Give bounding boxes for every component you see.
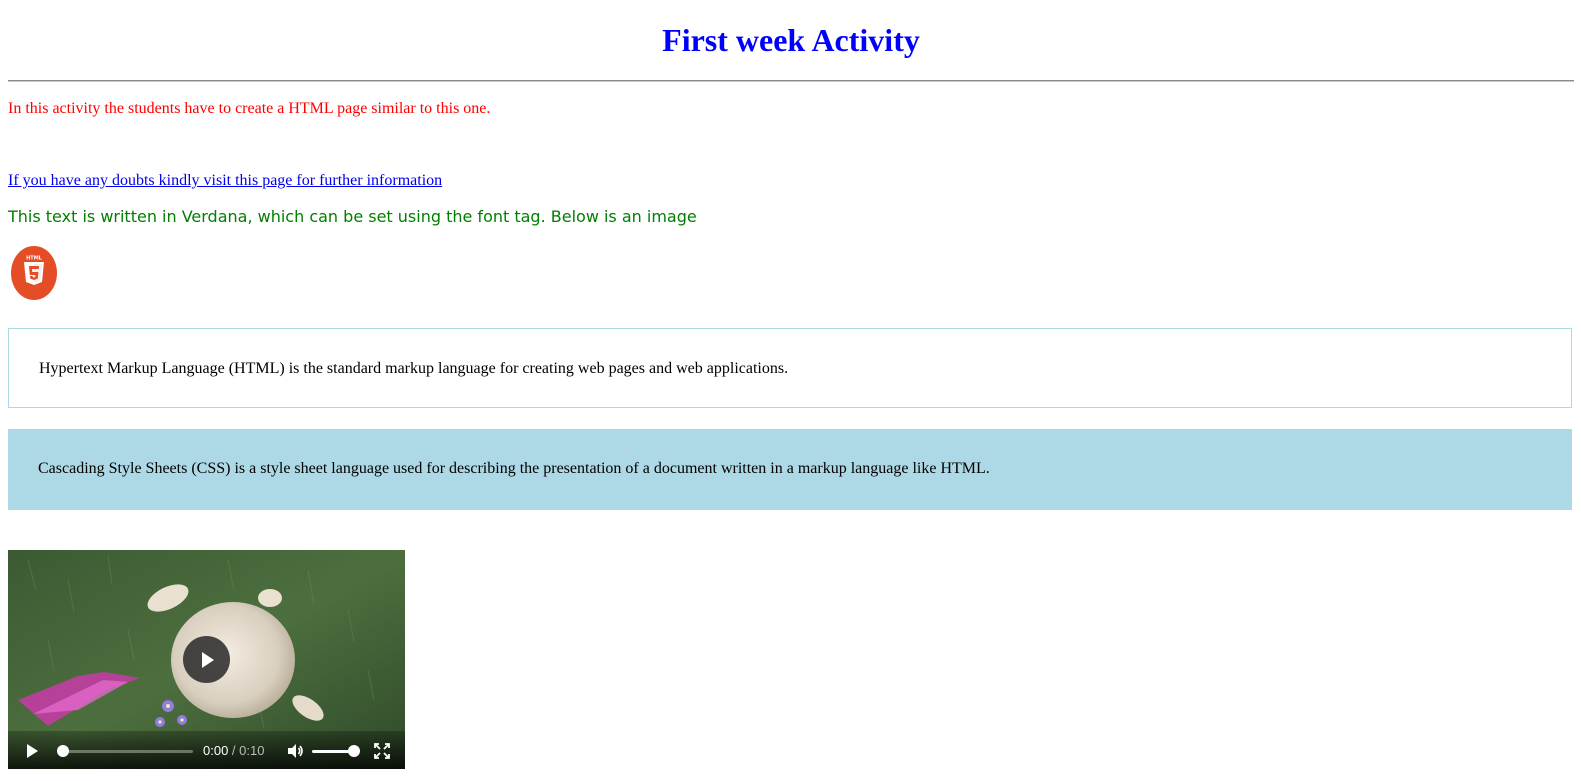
- video-player[interactable]: 0:00 / 0:10: [8, 550, 405, 769]
- html-description: Hypertext Markup Language (HTML) is the …: [39, 360, 789, 377]
- current-time: 0:00: [203, 743, 229, 758]
- css-description-box: Cascading Style Sheets (CSS) is a style …: [8, 429, 1572, 510]
- big-play-button[interactable]: [183, 636, 230, 683]
- video-controls: 0:00 / 0:10: [8, 731, 405, 769]
- volume-icon[interactable]: [286, 742, 304, 760]
- volume-handle[interactable]: [348, 745, 360, 757]
- help-link[interactable]: If you have any doubts kindly visit this…: [8, 171, 442, 191]
- time-display: 0:00 / 0:10: [203, 742, 264, 760]
- html5-logo-icon: HTML: [11, 246, 57, 300]
- fullscreen-icon[interactable]: [374, 743, 390, 759]
- logo-label: HTML: [26, 256, 43, 262]
- seek-bar[interactable]: [57, 745, 193, 757]
- time-separator: /: [228, 743, 240, 758]
- css-description: Cascading Style Sheets (CSS) is a style …: [38, 460, 990, 477]
- play-button[interactable]: [26, 743, 40, 759]
- volume-slider[interactable]: [312, 745, 360, 757]
- horizontal-rule: [8, 80, 1574, 82]
- page-title: First week Activity: [662, 22, 920, 58]
- html-description-box: Hypertext Markup Language (HTML) is the …: [8, 328, 1572, 408]
- duration: 0:10: [239, 743, 265, 758]
- intro-text: In this activity the students have to cr…: [8, 100, 491, 117]
- seek-handle[interactable]: [57, 745, 69, 757]
- verdana-text: This text is written in Verdana, which c…: [8, 207, 697, 226]
